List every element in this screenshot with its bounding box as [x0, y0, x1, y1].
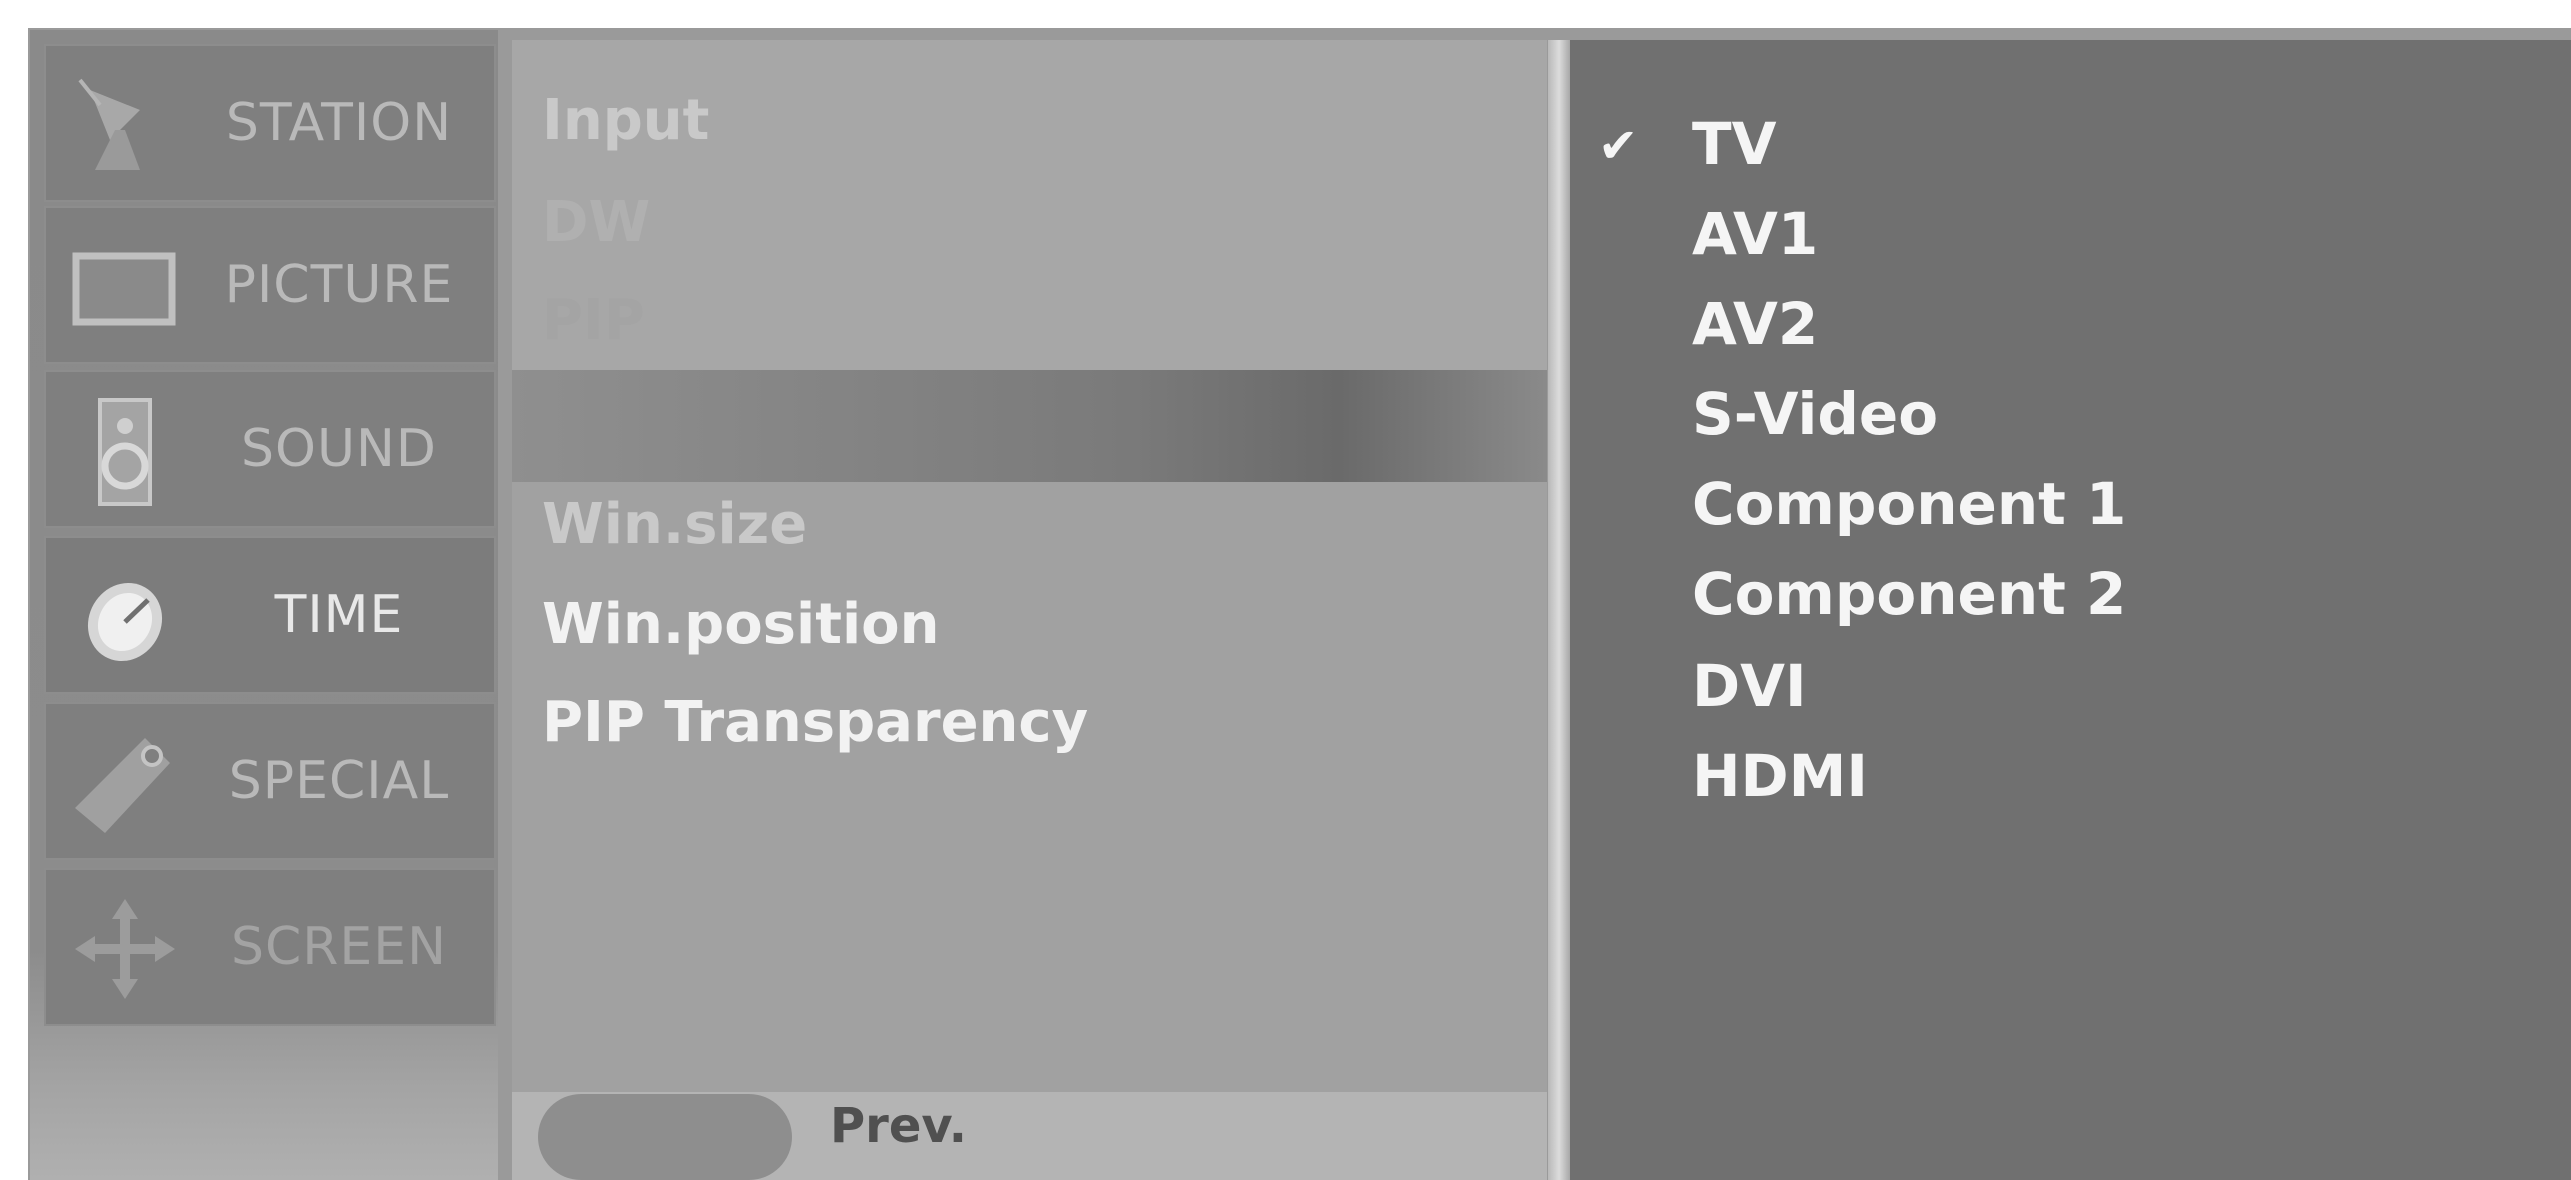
option-av2[interactable]: AV2 — [1692, 290, 1818, 358]
panel-divider — [1548, 40, 1570, 1180]
option-dvi[interactable]: DVI — [1692, 652, 1807, 720]
submenu-item-win-position[interactable]: Win.position — [542, 592, 940, 657]
sidebar-item-label: SOUND — [241, 419, 437, 479]
option-component-2[interactable]: Component 2 — [1692, 560, 2126, 628]
sidebar-item-special[interactable]: SPECIAL — [44, 702, 496, 860]
sidebar-item-time[interactable]: TIME — [44, 536, 496, 694]
tv-screen-icon — [72, 252, 176, 326]
sidebar-item-picture[interactable]: PICTURE — [44, 206, 496, 364]
sidebar-item-label: STATION — [225, 93, 453, 153]
tv-osd-menu: STATION PICTURE SOUND TIME SPECIAL SCREE… — [0, 0, 2571, 1180]
submenu-panel: Input DW PIP Win.size Win.position PIP T… — [512, 40, 1552, 1180]
submenu-item-pip[interactable]: PIP — [542, 288, 645, 346]
check-icon: ✔ — [1598, 118, 1639, 174]
input-options-panel: ✔ TV AV1 AV2 S-Video Component 1 Compone… — [1570, 40, 2571, 1180]
sidebar-item-label: TIME — [274, 585, 404, 645]
sidebar-item-label: PICTURE — [224, 255, 454, 315]
option-hdmi[interactable]: HDMI — [1692, 742, 1868, 810]
option-s-video[interactable]: S-Video — [1692, 380, 1938, 448]
prev-button[interactable] — [538, 1094, 792, 1180]
sidebar-item-screen[interactable]: SCREEN — [44, 868, 496, 1026]
submenu-item-dw[interactable]: DW — [542, 190, 650, 255]
submenu-item-pip-transparency[interactable]: PIP Transparency — [542, 690, 1088, 755]
submenu-item-win-size[interactable]: Win.size — [542, 492, 807, 557]
option-av1[interactable]: AV1 — [1692, 200, 1818, 268]
sidebar-item-label: SCREEN — [230, 917, 448, 977]
submenu-item-input[interactable]: Input — [542, 88, 709, 153]
sidebar-item-station[interactable]: STATION — [44, 44, 496, 202]
sidebar-item-label: SPECIAL — [228, 751, 450, 811]
prev-label: Prev. — [830, 1098, 968, 1154]
speaker-icon — [98, 398, 152, 506]
option-tv[interactable]: TV — [1692, 110, 1776, 178]
option-component-1[interactable]: Component 1 — [1692, 470, 2126, 538]
submenu-lower-group — [512, 482, 1547, 1092]
satellite-dish-icon — [78, 78, 140, 170]
submenu-separator-band — [512, 370, 1547, 482]
tag-icon — [75, 738, 170, 833]
clock-icon — [87, 582, 163, 662]
sidebar-item-sound[interactable]: SOUND — [44, 370, 496, 528]
move-arrows-icon — [75, 899, 175, 999]
